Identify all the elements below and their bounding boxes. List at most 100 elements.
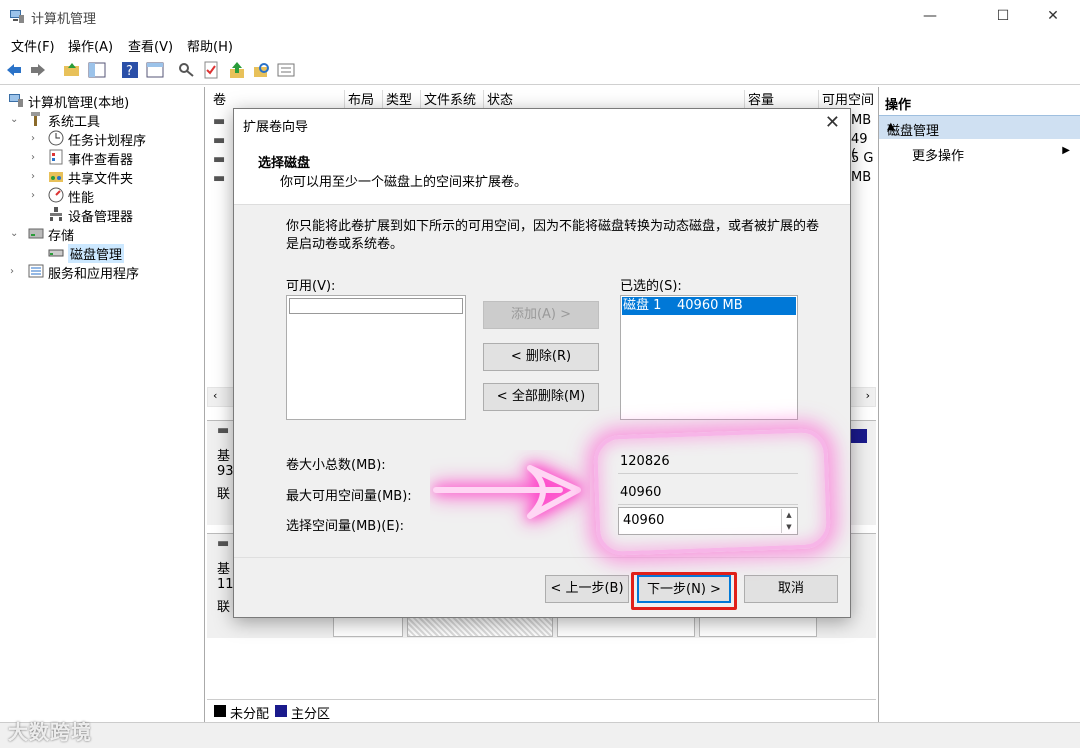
disk-size: 93 [217, 464, 234, 479]
dialog-close-icon[interactable]: ✕ [825, 112, 840, 133]
volume-free-space: MB [851, 170, 872, 185]
tree-label: 计算机管理(本地) [28, 96, 130, 111]
remove-button[interactable]: < 删除(R) [483, 343, 599, 371]
help-icon[interactable]: ? [121, 61, 139, 79]
add-button[interactable]: 添加(A) > [483, 301, 599, 329]
menu-file[interactable]: 文件(F) [11, 36, 55, 55]
partition-block[interactable] [557, 617, 695, 637]
list-item-empty[interactable] [289, 298, 463, 314]
chevron-right-icon[interactable]: › [31, 171, 35, 182]
tree-label: 服务和应用程序 [48, 267, 140, 282]
dialog-footer: < 上一步(B) 下一步(N) > 取消 [234, 557, 850, 617]
next-button[interactable]: 下一步(N) > [637, 575, 731, 603]
chevron-right-icon[interactable]: › [31, 133, 35, 144]
minimize-button[interactable]: — [907, 0, 953, 32]
cancel-button[interactable]: 取消 [744, 575, 838, 603]
scroll-left-icon[interactable]: ‹ [213, 389, 217, 402]
properties-icon[interactable] [277, 61, 295, 79]
menu-view[interactable]: 查看(V) [128, 36, 173, 55]
max-space-label: 最大可用空间量(MB): [286, 489, 412, 504]
shared-folder-icon [49, 172, 63, 182]
disk-type: 基 [217, 562, 231, 577]
tree-label: 性能 [68, 191, 95, 206]
spin-down-icon[interactable]: ▼ [781, 521, 796, 533]
computer-management-icon [9, 94, 23, 107]
connect-icon[interactable] [178, 61, 196, 79]
total-size-label: 卷大小总数(MB): [286, 458, 386, 473]
partition-block[interactable] [699, 617, 817, 637]
computer-management-icon [10, 10, 24, 23]
selected-disk-size: 40960 MB [677, 298, 743, 313]
maximize-button[interactable]: ☐ [980, 0, 1026, 32]
checklist-icon[interactable] [202, 61, 220, 79]
max-space-value: 40960 [618, 481, 798, 505]
tree-label: 设备管理器 [68, 210, 134, 225]
more-actions-item[interactable]: 更多操作 [912, 145, 964, 164]
collapse-arrow-icon[interactable]: ▲ [887, 121, 1073, 132]
performance-icon [48, 187, 64, 203]
partition-block[interactable] [333, 617, 403, 637]
status-bar [0, 722, 1080, 748]
drive-icon: ▬ [213, 152, 226, 167]
chevron-right-icon[interactable]: › [31, 152, 35, 163]
partition-block-selected[interactable] [407, 617, 553, 637]
back-button[interactable]: < 上一步(B) [545, 575, 629, 603]
back-arrow-icon[interactable] [5, 61, 23, 79]
tools-icon [31, 112, 40, 126]
disk-size: 11 [217, 577, 234, 592]
menu-help[interactable]: 帮助(H) [187, 36, 233, 55]
info-text: 你只能将此卷扩展到如下所示的可用空间，因为不能将磁盘转换为动态磁盘，或者被扩展的… [286, 219, 820, 252]
submenu-arrow-icon: ▶ [1062, 145, 1070, 156]
volume-free-space: 5 G [851, 151, 874, 166]
upload-icon[interactable] [228, 61, 246, 79]
chevron-down-icon[interactable]: ⌄ [10, 114, 18, 125]
actions-pane: 操作 磁盘管理 ▲ 更多操作 ▶ [878, 87, 1080, 722]
menu-bar: 文件(F) 操作(A) 查看(V) 帮助(H) [0, 33, 1080, 55]
up-folder-icon[interactable] [63, 61, 81, 79]
total-size-value: 120826 [618, 450, 798, 474]
tree-label: 磁盘管理 [68, 244, 125, 263]
spin-up-icon[interactable]: ▲ [781, 509, 796, 521]
chevron-right-icon[interactable]: › [31, 190, 35, 201]
disk-type: 基 [217, 449, 231, 464]
selected-disks-list[interactable]: 磁盘 1 40960 MB [620, 295, 798, 420]
list-item-selected[interactable]: 磁盘 1 40960 MB [622, 297, 796, 315]
search-folder-icon[interactable] [253, 61, 271, 79]
toolbar: ? [0, 57, 1080, 85]
properties-pane-icon[interactable] [146, 61, 164, 79]
actions-section-disk-management[interactable]: 磁盘管理 ▲ [879, 115, 1080, 139]
selected-disk-name: 磁盘 1 [623, 298, 662, 313]
select-space-input[interactable]: 40960 ▲ ▼ [618, 507, 798, 535]
menu-action[interactable]: 操作(A) [68, 36, 113, 55]
volume-free-space: MB [851, 113, 872, 128]
legend-primary: 主分区 [291, 707, 331, 722]
clock-icon [48, 130, 64, 146]
tree-label: 系统工具 [48, 115, 101, 130]
remove-all-button[interactable]: < 全部删除(M) [483, 383, 599, 411]
scroll-right-icon[interactable]: › [866, 389, 870, 402]
disk-status: 联 [217, 600, 231, 615]
tree-label: 共享文件夹 [68, 172, 134, 187]
select-space-label: 选择空间量(MB)(E): [286, 519, 405, 534]
dialog-body: 你只能将此卷扩展到如下所示的可用空间，因为不能将磁盘转换为动态磁盘，或者被扩展的… [234, 205, 850, 557]
dialog-header: 选择磁盘 你可以用至少一个磁盘上的空间来扩展卷。 [234, 141, 850, 205]
show-hide-tree-icon[interactable] [88, 61, 106, 79]
legend-swatch-primary [275, 705, 287, 717]
close-button[interactable]: ✕ [1030, 0, 1076, 32]
svg-text:?: ? [126, 64, 133, 79]
storage-icon [28, 228, 44, 239]
forward-arrow-icon[interactable] [29, 61, 47, 79]
window-title: 计算机管理 [31, 12, 97, 27]
event-log-icon [49, 149, 63, 165]
disk-status: 联 [217, 487, 231, 502]
device-manager-icon [50, 207, 62, 221]
selected-label: 已选的(S): [620, 279, 682, 294]
legend-swatch-unallocated [214, 705, 226, 717]
select-space-value: 40960 [623, 513, 665, 528]
chevron-right-icon[interactable]: › [10, 266, 14, 277]
tree-label: 存储 [48, 229, 75, 244]
available-disks-list[interactable] [286, 295, 466, 420]
disk-icon: ▬ [217, 423, 230, 438]
available-label: 可用(V): [286, 279, 336, 294]
chevron-down-icon[interactable]: ⌄ [10, 228, 18, 239]
